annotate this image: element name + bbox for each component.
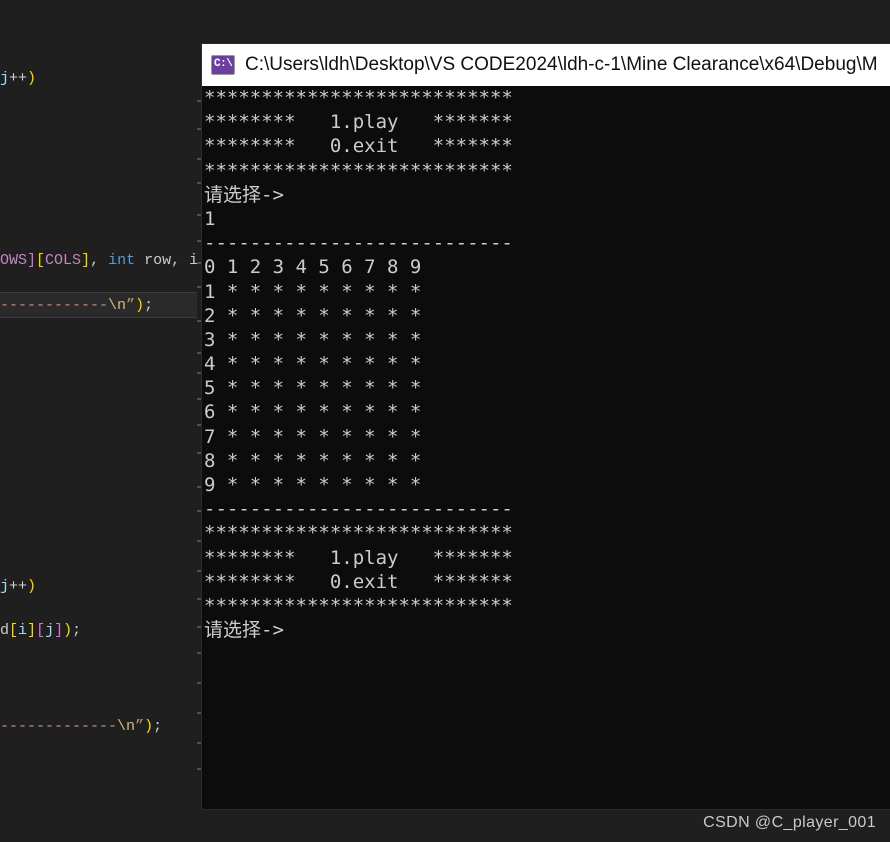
minimap-mark [197, 712, 201, 714]
console-line: *************************** [204, 594, 513, 617]
console-line: 5 * * * * * * * * * [204, 377, 433, 400]
minimap-mark [197, 768, 201, 770]
minimap-mark [197, 682, 201, 684]
console-line: 3 * * * * * * * * * [204, 328, 433, 351]
minimap-mark [197, 128, 201, 130]
minimap-mark [197, 486, 201, 488]
console-line: 2 * * * * * * * * * [204, 304, 433, 327]
minimap-mark [197, 510, 201, 512]
minimap-mark [197, 286, 201, 288]
console-line: --------------------------- [204, 232, 513, 255]
console-line: 1 [204, 207, 216, 230]
console-line: ******** 0.exit ******* [204, 570, 513, 593]
minimap-mark [197, 570, 201, 572]
minimap-mark [197, 240, 201, 242]
minimap-mark [197, 100, 201, 102]
minimap-mark [197, 214, 201, 216]
minimap-mark [197, 398, 201, 400]
minimap-mark [197, 742, 201, 744]
minimap-mark [197, 452, 201, 454]
console-line: *************************** [204, 159, 513, 182]
console-window[interactable]: C:\Users\ldh\Desktop\VS CODE2024\ldh-c-1… [202, 44, 890, 809]
console-line: *************************** [204, 522, 513, 545]
console-line: ******** 1.play ******* [204, 111, 513, 134]
console-line: 1 * * * * * * * * * [204, 280, 433, 303]
console-window-icon [211, 55, 235, 75]
code-editor-pane[interactable]: j++) OWS][COLS], int row, i ------------\n… [0, 0, 197, 842]
console-line: 9 * * * * * * * * * [204, 474, 433, 496]
csdn-watermark: CSDN @C_player_001 [703, 814, 876, 831]
minimap-mark [197, 424, 201, 426]
console-title-text: C:\Users\ldh\Desktop\VS CODE2024\ldh-c-1… [245, 54, 878, 75]
minimap-mark [197, 158, 201, 160]
minimap-mark [197, 372, 201, 374]
console-line: ******** 1.play ******* [204, 546, 513, 569]
minimap-mark [197, 320, 201, 322]
console-line: 0 1 2 3 4 5 6 7 8 9 [204, 256, 433, 279]
minimap-mark [197, 652, 201, 654]
console-line: 7 * * * * * * * * * [204, 425, 433, 448]
console-line: 8 * * * * * * * * * [204, 449, 433, 472]
console-line: 6 * * * * * * * * * [204, 401, 433, 424]
console-line: ******** 0.exit ******* [204, 135, 513, 158]
minimap-mark [197, 598, 201, 600]
minimap-mark [197, 182, 201, 184]
code-line[interactable]: d[i][j]); [0, 618, 197, 644]
console-line: --------------------------- [204, 498, 513, 521]
console-line: 请选择-> [204, 183, 284, 206]
code-line[interactable]: -------------\n”); [0, 714, 197, 740]
console-titlebar[interactable]: C:\Users\ldh\Desktop\VS CODE2024\ldh-c-1… [202, 44, 890, 86]
minimap-mark [197, 540, 201, 542]
console-text-lines: *************************** ******** 1.pl… [204, 86, 513, 642]
minimap-mark [197, 352, 201, 354]
minimap-mark [197, 262, 201, 264]
console-line: 请选择-> [204, 619, 284, 642]
code-line[interactable]: j++) [0, 574, 197, 600]
console-line: 4 * * * * * * * * * [204, 353, 433, 376]
minimap-mark [197, 626, 201, 628]
console-output-area[interactable]: *************************** ******** 1.pl… [202, 86, 890, 809]
code-line[interactable]: ------------\n”); [0, 292, 197, 318]
code-line[interactable]: OWS][COLS], int row, i [0, 248, 197, 274]
console-line: *************************** [204, 87, 513, 109]
code-line[interactable]: j++) [0, 66, 197, 92]
